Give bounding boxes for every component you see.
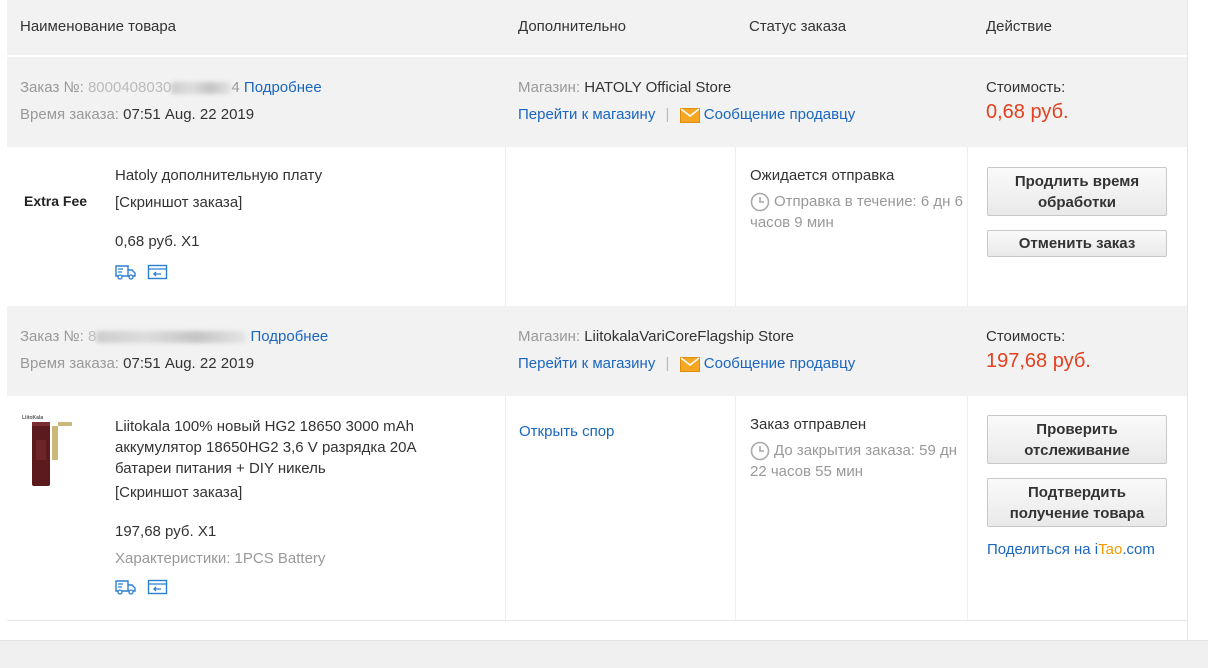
cancel-order-button[interactable]: Отменить заказ [987, 230, 1167, 257]
order-group: Заказ №: 8000408030 4 Подробнее Время зак… [7, 57, 1187, 307]
product-title[interactable]: Hatoly дополнительную плату [115, 167, 322, 184]
delivery-truck-icon[interactable] [115, 263, 137, 281]
order-time-value: 07:51 Aug. 22 2019 [123, 355, 255, 372]
col-header-extra: Дополнительно [518, 18, 626, 35]
column-divider [967, 396, 968, 620]
status-countdown: До закрытия заказа: 59 дн 22 часов 55 ми… [750, 440, 968, 482]
delivery-truck-icon[interactable] [115, 578, 137, 596]
order-number-value: 8000408030 [87, 79, 172, 96]
clock-icon [750, 192, 770, 212]
store-label: Магазин: [518, 79, 581, 96]
order-snapshot-link[interactable]: [Скриншот заказа] [115, 484, 242, 501]
store-line: Магазин: HATOLY Official Store [518, 79, 731, 96]
status-detail-text: Отправка в течение: 6 дн 6 часов 9 мин [750, 193, 963, 231]
item-specs: Характеристики: 1PCS Battery [115, 550, 326, 567]
column-divider [735, 396, 736, 620]
separator: | [665, 106, 670, 123]
go-to-store-link[interactable]: Перейти к магазину [518, 355, 655, 372]
share-on-itao-link[interactable]: Поделиться на iTao.com [987, 541, 1155, 558]
item-price-qty: 197,68 руб. X1 [115, 523, 217, 540]
store-label: Магазин: [518, 328, 581, 345]
order-number-line: Заказ №: 8 Подробнее [20, 328, 328, 345]
envelope-icon[interactable] [679, 107, 700, 123]
order-item-row: Extra Fee Hatoly дополнительную плату [С… [7, 147, 1187, 307]
store-actions: Перейти к магазину | Сообщение продавцу [518, 106, 855, 123]
svg-text:LiitoKala: LiitoKala [22, 415, 43, 421]
order-cost-label: Стоимость: [986, 79, 1066, 96]
store-actions: Перейти к магазину | Сообщение продавцу [518, 355, 855, 372]
extend-processing-time-button[interactable]: Продлить время обработки [987, 167, 1167, 216]
order-details-link[interactable]: Подробнее [244, 79, 322, 96]
col-header-product: Наименование товара [20, 18, 177, 35]
order-number-line: Заказ №: 8000408030 4 Подробнее [20, 79, 322, 96]
envelope-icon[interactable] [679, 356, 700, 372]
order-time-line: Время заказа: 07:51 Aug. 22 2019 [20, 106, 254, 123]
product-thumbnail[interactable]: LiitoKala [20, 410, 80, 490]
order-status: Ожидается отправка [750, 167, 895, 184]
orders-table-header: Наименование товара Дополнительно Статус… [7, 0, 1187, 55]
clock-icon [750, 441, 770, 461]
order-snapshot-link[interactable]: [Скриншот заказа] [115, 194, 242, 211]
order-time-value: 07:51 Aug. 22 2019 [123, 106, 255, 123]
order-cost-value: 0,68 руб. [986, 101, 1069, 123]
confirm-receipt-button[interactable]: Подтвердить получение товара [987, 478, 1167, 527]
go-to-store-link[interactable]: Перейти к магазину [518, 106, 655, 123]
order-header: Заказ №: 8 Подробнее Время заказа: 07:51… [7, 306, 1187, 396]
column-divider [967, 147, 968, 306]
store-name: HATOLY Official Store [584, 79, 732, 96]
col-header-status: Статус заказа [749, 18, 847, 35]
open-dispute-link[interactable]: Открыть спор [519, 423, 614, 440]
check-tracking-button[interactable]: Проверить отслеживание [987, 415, 1167, 464]
column-divider [505, 147, 506, 306]
order-group: Заказ №: 8 Подробнее Время заказа: 07:51… [7, 306, 1187, 621]
order-time-line: Время заказа: 07:51 Aug. 22 2019 [20, 355, 254, 372]
order-cost-label: Стоимость: [986, 328, 1066, 345]
share-brand-com: .com [1122, 541, 1155, 558]
column-divider [505, 396, 506, 620]
separator: | [665, 355, 670, 372]
store-line: Магазин: LiitokalaVariCoreFlagship Store [518, 328, 794, 345]
order-number-label: Заказ №: [20, 328, 84, 345]
product-title[interactable]: Liitokala 100% новый HG2 18650 3000 mAh … [115, 416, 455, 479]
order-number-label: Заказ №: [20, 79, 84, 96]
status-detail-text: До закрытия заказа: 59 дн 22 часов 55 ми… [750, 442, 958, 480]
order-cost-value: 197,68 руб. [986, 350, 1091, 372]
right-edge-border [1187, 0, 1208, 640]
order-header: Заказ №: 8000408030 4 Подробнее Время зак… [7, 57, 1187, 147]
share-prefix: Поделиться на [987, 541, 1095, 558]
status-countdown: Отправка в течение: 6 дн 6 часов 9 мин [750, 191, 965, 233]
col-header-action: Действие [986, 18, 1052, 35]
order-time-label: Время заказа: [20, 106, 119, 123]
order-status: Заказ отправлен [750, 416, 867, 433]
page-footer [0, 640, 1208, 668]
store-name: LiitokalaVariCoreFlagship Store [584, 328, 795, 345]
share-brand-tao: Tao [1098, 541, 1123, 558]
order-number-redaction [171, 82, 232, 95]
message-seller-link[interactable]: Сообщение продавцу [704, 106, 855, 123]
order-number-tail: 4 [231, 79, 240, 96]
return-policy-icon[interactable] [147, 263, 169, 281]
order-number-value: 8 [87, 328, 97, 345]
return-policy-icon[interactable] [147, 578, 169, 596]
item-price-qty: 0,68 руб. X1 [115, 233, 200, 250]
order-item-row: LiitoKala Liitokala 100% новый HG2 18650… [7, 396, 1187, 621]
item-service-icons [115, 578, 169, 596]
order-number-redaction [96, 331, 247, 344]
order-time-label: Время заказа: [20, 355, 119, 372]
product-thumbnail[interactable]: Extra Fee [24, 193, 87, 209]
order-details-link[interactable]: Подробнее [250, 328, 328, 345]
column-divider [735, 147, 736, 306]
orders-panel: Наименование товара Дополнительно Статус… [7, 0, 1187, 621]
item-service-icons [115, 263, 169, 281]
message-seller-link[interactable]: Сообщение продавцу [704, 355, 855, 372]
